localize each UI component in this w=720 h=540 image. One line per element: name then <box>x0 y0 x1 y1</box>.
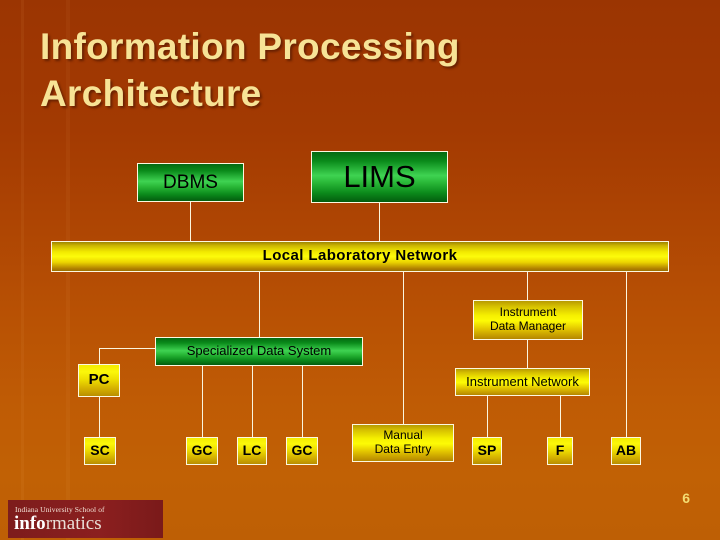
connector-network-sds <box>259 272 260 338</box>
connector-idm-inet <box>527 340 528 369</box>
connector-lims-network <box>379 203 380 242</box>
background-streak-left <box>21 0 24 540</box>
connector-sds-pc-horizontal <box>99 348 156 349</box>
connector-sds-gc2 <box>302 366 303 438</box>
page-title: Information Processing Architecture <box>40 26 460 114</box>
connector-inet-sp <box>487 396 488 438</box>
connector-sds-lc <box>252 366 253 438</box>
node-lims[interactable]: LIMS <box>311 151 448 203</box>
node-f[interactable]: F <box>547 437 573 465</box>
connector-network-idm <box>527 272 528 301</box>
node-pc[interactable]: PC <box>78 364 120 397</box>
logo-wordmark: informatics <box>14 514 163 534</box>
connector-sds-pc <box>99 348 100 365</box>
connector-network-ab <box>626 272 627 438</box>
node-lc[interactable]: LC <box>237 437 267 465</box>
connector-network-manual <box>403 272 404 425</box>
connector-pc-sc <box>99 397 100 438</box>
node-local-laboratory-network[interactable]: Local Laboratory Network <box>51 241 669 272</box>
node-sc[interactable]: SC <box>84 437 116 465</box>
slide-canvas: Information Processing Architecture DBMS… <box>0 0 720 540</box>
node-gc-1[interactable]: GC <box>186 437 218 465</box>
page-number: 6 <box>682 490 690 506</box>
node-specialized-data-system[interactable]: Specialized Data System <box>155 337 363 366</box>
node-instrument-data-manager[interactable]: Instrument Data Manager <box>473 300 583 340</box>
node-instrument-network[interactable]: Instrument Network <box>455 368 590 396</box>
node-ab[interactable]: AB <box>611 437 641 465</box>
node-dbms[interactable]: DBMS <box>137 163 244 202</box>
connector-dbms-network <box>190 202 191 242</box>
node-manual-data-entry[interactable]: Manual Data Entry <box>352 424 454 462</box>
logo-wordmark-bold: info <box>14 513 46 534</box>
connector-sds-gc1 <box>202 366 203 438</box>
node-sp[interactable]: SP <box>472 437 502 465</box>
iu-informatics-logo: Indiana University School of informatics <box>8 500 163 538</box>
node-gc-2[interactable]: GC <box>286 437 318 465</box>
logo-wordmark-rest: rmatics <box>45 513 102 534</box>
connector-inet-f <box>560 396 561 438</box>
